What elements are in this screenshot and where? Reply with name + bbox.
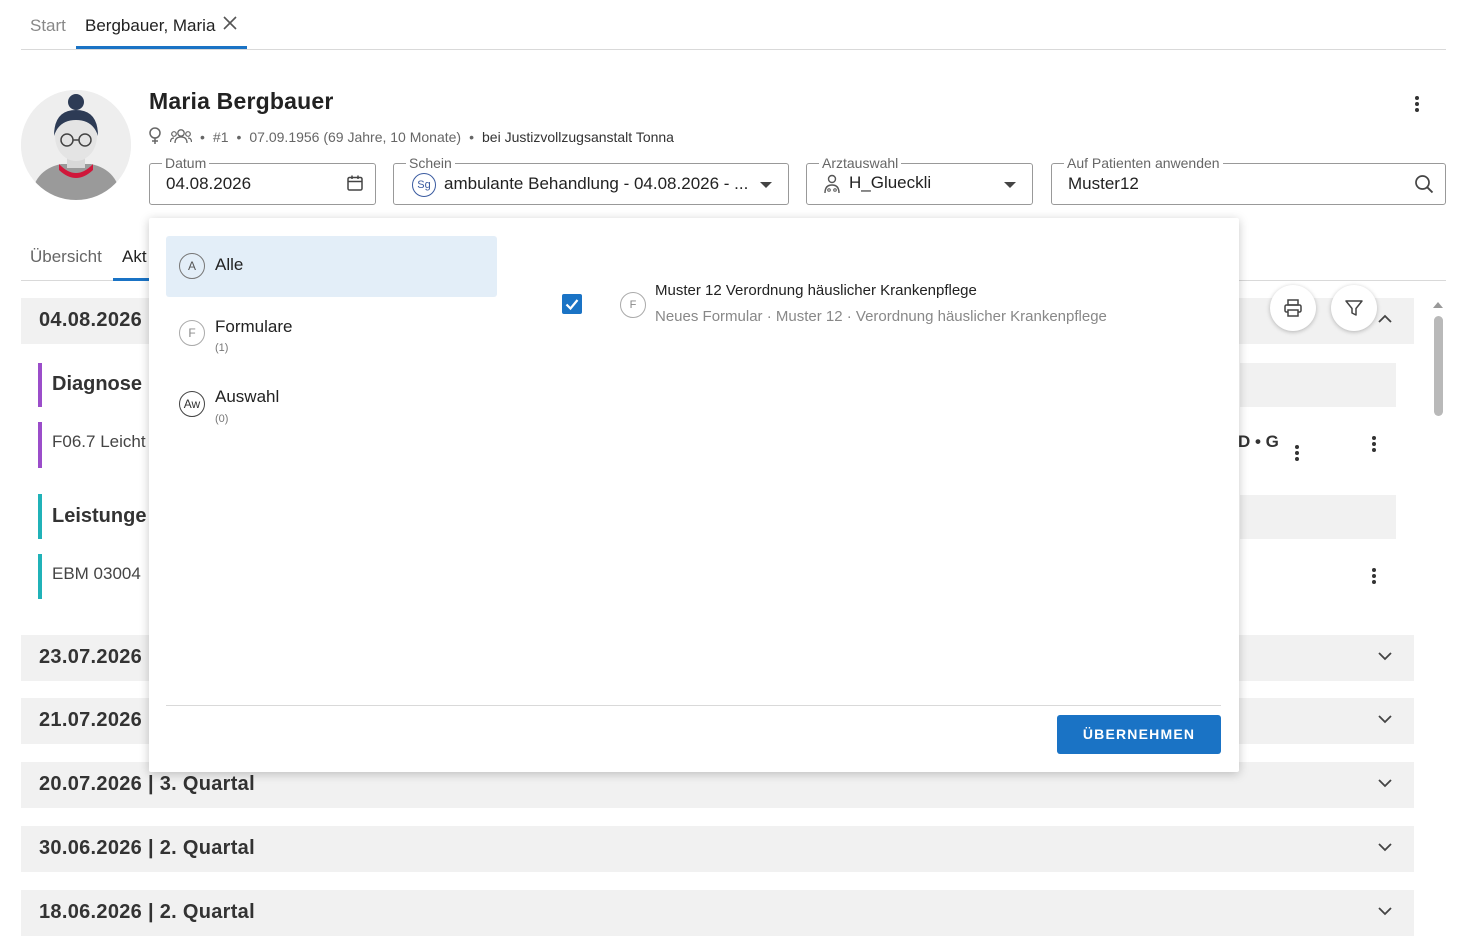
patient-birthdate: 07.09.1956 (69 Jahre, 10 Monate) xyxy=(249,129,462,145)
form-item-subtitle: Neues Formular · Muster 12 · Verordnung … xyxy=(655,308,1107,325)
category-label: Auswahl xyxy=(215,387,280,406)
leistung-entry[interactable]: EBM 03004 xyxy=(52,564,141,584)
doctor-select[interactable]: Arztauswahl H_Glueckli xyxy=(806,155,1033,205)
form-picker-popup: A Alle F Formulare (1) Aw Auswahl (0) F … xyxy=(149,218,1239,772)
apply-button[interactable]: ÜBERNEHMEN xyxy=(1057,715,1221,754)
form-type-icon: F xyxy=(620,292,646,318)
separator-dot: • xyxy=(200,129,205,145)
diagnose-entry-suffix: D • G xyxy=(1238,432,1279,451)
date-field-value: 04.08.2026 xyxy=(166,174,252,193)
chevron-down-icon[interactable] xyxy=(1376,647,1394,665)
category-selection-icon: Aw xyxy=(179,391,205,417)
separator-dot: • xyxy=(236,129,242,145)
category-forms[interactable]: F Formulare (1) xyxy=(166,306,497,367)
tab-patient[interactable]: Bergbauer, Maria xyxy=(85,16,215,36)
day-section-title: 18.06.2026 | 2. Quartal xyxy=(39,901,255,923)
search-field-label: Auf Patienten anwenden xyxy=(1064,155,1223,171)
schein-select[interactable]: Schein Sg ambulante Behandlung - 04.08.2… xyxy=(393,155,789,205)
category-count: (0) xyxy=(215,413,229,425)
diagnose-entry-bar xyxy=(38,422,42,468)
doctor-select-label: Arztauswahl xyxy=(819,155,902,171)
day-section-title: 30.06.2026 | 2. Quartal xyxy=(39,837,255,859)
scrollbar-thumb[interactable] xyxy=(1434,316,1443,416)
calendar-icon[interactable] xyxy=(346,174,364,197)
category-count: (1) xyxy=(215,342,229,354)
tab-start[interactable]: Start xyxy=(30,16,66,36)
date-field[interactable]: Datum 04.08.2026 xyxy=(149,155,376,205)
chevron-up-icon[interactable] xyxy=(1376,310,1394,328)
patient-meta-row: • #1 • 07.09.1956 (69 Jahre, 10 Monate) … xyxy=(148,126,674,148)
more-options-icon[interactable] xyxy=(1294,442,1300,468)
group-icon xyxy=(169,128,193,147)
item-checkbox[interactable] xyxy=(562,294,582,314)
chevron-down-icon[interactable] xyxy=(1376,838,1394,856)
doctor-select-value: H_Glueckli xyxy=(849,173,932,192)
leistung-entry-bar xyxy=(38,554,42,599)
more-options-icon[interactable] xyxy=(1414,94,1420,120)
scroll-up-arrow[interactable] xyxy=(1433,302,1443,308)
chevron-down-icon[interactable] xyxy=(1376,774,1394,792)
chevron-down-icon[interactable] xyxy=(1376,710,1394,728)
patient-name: Maria Bergbauer xyxy=(149,88,334,114)
day-section-title: 20.07.2026 | 3. Quartal xyxy=(39,773,255,795)
schein-select-label: Schein xyxy=(406,155,455,171)
diagnose-entry[interactable]: F06.7 Leicht xyxy=(52,432,146,452)
search-input[interactable]: Muster12 xyxy=(1068,174,1139,194)
print-icon xyxy=(1284,299,1302,317)
day-section-title: 23.07.2026 xyxy=(39,646,143,668)
category-all-icon: A xyxy=(179,253,205,279)
day-section-title: 21.07.2026 | xyxy=(39,709,154,731)
female-icon xyxy=(148,126,162,148)
category-all[interactable]: A Alle xyxy=(166,236,497,297)
chevron-down-icon[interactable] xyxy=(1376,902,1394,920)
chevron-down-icon[interactable] xyxy=(1004,182,1016,188)
doctor-icon xyxy=(823,174,841,199)
schein-type-badge: Sg xyxy=(412,173,436,197)
leistung-color-bar xyxy=(38,494,42,539)
more-options-icon[interactable] xyxy=(1371,433,1377,459)
search-field[interactable]: Auf Patienten anwenden Muster12 xyxy=(1051,155,1446,205)
top-tab-bar: Start Bergbauer, Maria xyxy=(21,0,1446,50)
schein-select-value: ambulante Behandlung - 04.08.2026 - ... xyxy=(444,174,749,193)
day-section-header[interactable]: 18.06.2026 | 2. Quartal xyxy=(21,890,1414,936)
avatar xyxy=(21,90,131,200)
filter-icon xyxy=(1345,300,1363,316)
print-button[interactable] xyxy=(1270,285,1316,331)
form-item-title[interactable]: Muster 12 Verordnung häuslicher Krankenp… xyxy=(655,282,977,299)
category-selection[interactable]: Aw Auswahl (0) xyxy=(166,376,497,437)
filter-button[interactable] xyxy=(1331,285,1377,331)
diagnose-header-strip xyxy=(1240,363,1396,407)
diagnose-color-bar xyxy=(38,363,42,407)
tab-active[interactable]: Akt xyxy=(122,247,147,267)
category-label: Alle xyxy=(215,255,244,274)
popup-divider xyxy=(166,705,1221,706)
day-section-title: 04.08.2026 xyxy=(39,309,143,331)
separator-dot: • xyxy=(469,129,474,145)
tab-active-indicator xyxy=(76,46,247,49)
more-options-icon[interactable] xyxy=(1371,565,1377,591)
leistung-section-title: Leistunge xyxy=(52,505,147,527)
patient-number: #1 xyxy=(212,129,229,145)
day-section-header[interactable]: 30.06.2026 | 2. Quartal xyxy=(21,826,1414,872)
patient-location: bei Justizvollzugsanstalt Tonna xyxy=(482,129,674,145)
diagnose-section-title: Diagnose xyxy=(52,373,143,395)
category-forms-icon: F xyxy=(179,320,205,346)
tab-active-indicator xyxy=(113,278,153,281)
date-field-label: Datum xyxy=(162,155,210,171)
category-label: Formulare xyxy=(215,317,293,336)
close-icon[interactable] xyxy=(222,15,238,36)
chevron-down-icon[interactable] xyxy=(760,182,772,188)
search-icon[interactable] xyxy=(1414,174,1434,199)
leistung-header-strip xyxy=(1240,495,1396,539)
checkmark-icon xyxy=(565,299,579,311)
tab-overview[interactable]: Übersicht xyxy=(30,247,102,267)
